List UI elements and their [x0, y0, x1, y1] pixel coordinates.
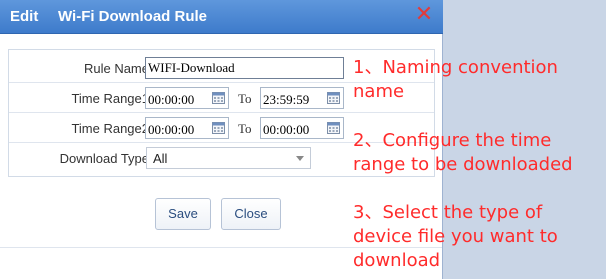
calendar-icon[interactable]	[327, 91, 340, 104]
time-range2-start-field[interactable]	[145, 117, 229, 142]
time-range2-end-field[interactable]	[260, 117, 344, 142]
annotation-time-range: 2、Configure the time range to be downloa…	[353, 130, 573, 175]
time-range2-start-input[interactable]	[146, 118, 212, 142]
chevron-down-icon	[296, 156, 304, 161]
time-range1-label: Time Range1	[71, 91, 149, 106]
close-button[interactable]: Close	[221, 198, 281, 230]
time-range2-end-input[interactable]	[261, 118, 327, 142]
time-range1-end-input[interactable]	[261, 88, 327, 112]
time-range1-start-input[interactable]	[146, 88, 212, 112]
dialog-title-prefix: Edit	[10, 8, 39, 25]
calendar-icon[interactable]	[212, 121, 225, 134]
annotation-download-type: 3、Select the type of device file you wan…	[353, 202, 558, 271]
rule-name-label: Rule Name	[83, 61, 149, 76]
download-type-select[interactable]: All	[146, 147, 311, 169]
annotation-naming: 1、Naming convention name	[353, 57, 558, 102]
time-range2-to-label: To	[238, 121, 252, 136]
download-type-label: Download Type	[59, 151, 149, 166]
time-range2-label: Time Range2	[71, 121, 149, 136]
calendar-icon[interactable]	[212, 91, 225, 104]
save-button[interactable]: Save	[155, 198, 211, 230]
download-type-value: All	[153, 151, 168, 166]
time-range1-to-label: To	[238, 91, 252, 106]
dialog-title: Wi-Fi Download Rule	[58, 8, 208, 25]
time-range1-end-field[interactable]	[260, 87, 344, 112]
dialog-titlebar: Edit Wi-Fi Download Rule ✕	[0, 0, 443, 34]
calendar-icon[interactable]	[327, 121, 340, 134]
time-range1-start-field[interactable]	[145, 87, 229, 112]
rule-name-input[interactable]	[145, 57, 344, 79]
close-icon[interactable]: ✕	[414, 4, 434, 26]
